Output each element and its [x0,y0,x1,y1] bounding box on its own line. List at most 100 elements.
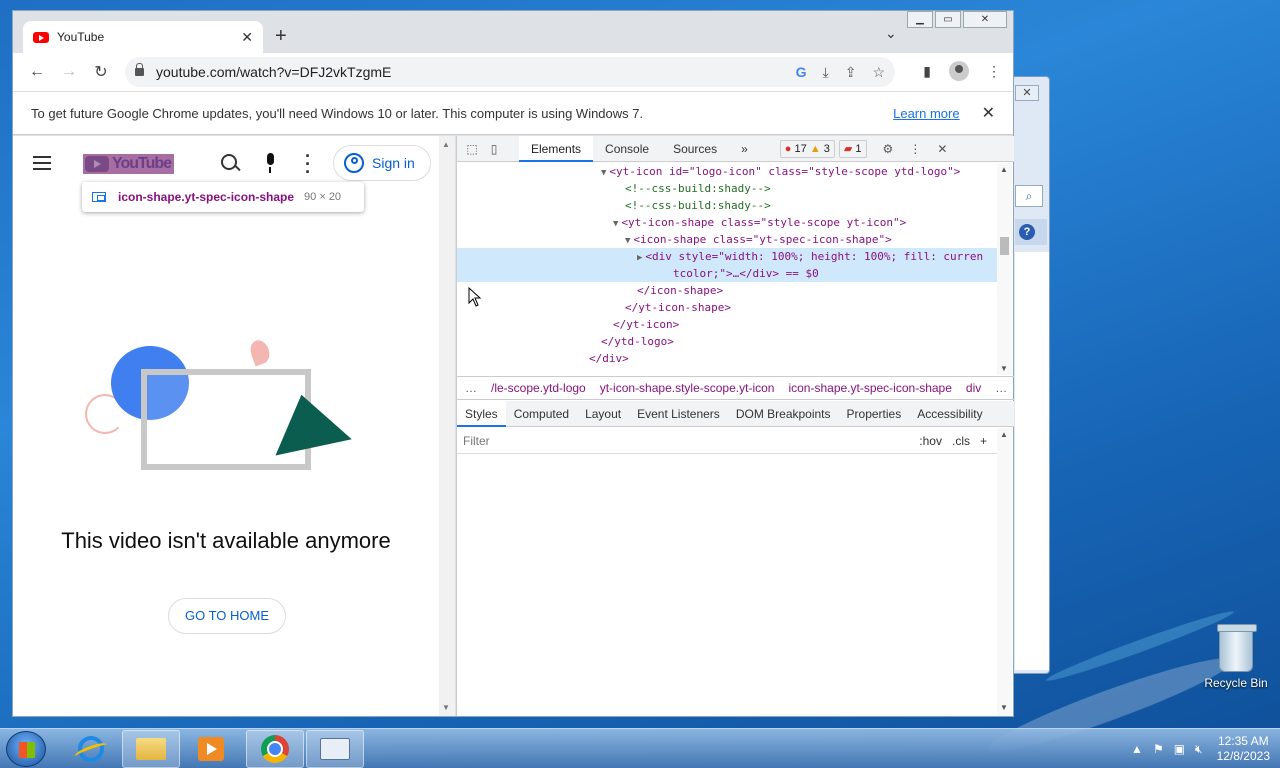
share-icon[interactable]: ⇪ [845,64,857,81]
youtube-logo[interactable]: YouTube [83,154,174,174]
help-button[interactable]: ? [1015,219,1047,245]
issues-counter[interactable]: ▰ 1 [838,139,867,158]
styles-scrollbar[interactable]: ▲ ▼ [997,428,1012,716]
close-tab-icon[interactable]: ✕ [241,29,253,46]
tab-dom-breakpoints[interactable]: DOM Breakpoints [728,401,839,427]
url-text[interactable]: youtube.com/watch?v=DFJ2vkTzgmE [156,64,780,80]
scroll-down-icon[interactable]: ▼ [1000,364,1008,373]
tab-elements[interactable]: Elements [519,135,594,162]
volume-muted-icon[interactable]: 🔇︎ [1195,742,1203,757]
dom-tree-line[interactable]: </yt-icon-shape> [457,299,997,316]
scroll-down-icon[interactable]: ▼ [1000,703,1008,712]
breadcrumb-item[interactable]: … [465,381,477,395]
dom-tree-line[interactable]: </yt-icon> [457,316,997,333]
bookmark-star-icon[interactable]: ☆ [872,64,885,81]
action-center-icon[interactable]: ⚑ [1153,742,1164,756]
breadcrumb-item[interactable]: yt-icon-shape.style-scope.yt-icon [600,381,775,395]
browser-tab[interactable]: YouTube ✕ [23,21,263,53]
scroll-up-icon[interactable]: ▲ [442,140,450,149]
scroll-up-icon[interactable]: ▲ [1000,165,1008,174]
chrome-taskbar-button[interactable] [246,730,304,768]
expand-arrow-icon[interactable]: ▼ [625,236,630,246]
search-icon[interactable]: ⌕ [1015,185,1043,207]
tab-styles[interactable]: Styles [457,400,506,427]
filter-input[interactable]: Filter [463,434,919,448]
install-icon[interactable]: ⤓ [823,64,829,81]
maximize-button[interactable]: ▭ [935,11,961,28]
explorer-button[interactable] [122,730,180,768]
tab-event-listeners[interactable]: Event Listeners [629,401,728,427]
on-screen-keyboard-button[interactable] [306,730,364,768]
recycle-bin[interactable]: Recycle Bin [1200,624,1272,690]
menu-icon[interactable] [33,156,51,170]
error-warning-counter[interactable]: ● 17 ▲ 3 [779,139,835,158]
expand-arrow-icon[interactable]: ▼ [601,168,606,178]
more-options-icon[interactable]: · · · [305,147,311,181]
tab-layout[interactable]: Layout [577,401,629,427]
page-scrollbar[interactable]: ▲ ▼ [439,136,455,716]
new-style-rule-icon[interactable]: + [980,434,987,448]
dom-tree-line[interactable]: ▼ <yt-icon id="logo-icon" class="style-sc… [457,163,997,180]
sign-in-button[interactable]: Sign in [333,145,431,181]
new-tab-button[interactable]: + [275,25,287,48]
dom-tree-line[interactable]: <!--css-build:shady--> [457,180,997,197]
tab-properties[interactable]: Properties [839,401,910,427]
google-lens-icon[interactable]: G [796,64,807,80]
address-bar[interactable]: youtube.com/watch?v=DFJ2vkTzgmE G ⤓ ⇪ ☆ [125,57,895,87]
tab-console[interactable]: Console [593,136,661,162]
go-to-home-button[interactable]: GO TO HOME [168,598,286,634]
dom-scrollbar[interactable]: ▲ ▼ [997,163,1012,375]
dom-tree-line[interactable]: ▶ <div style="width: 100%; height: 100%; … [457,248,997,265]
devtools-menu-icon[interactable]: ⋮ [909,142,921,156]
side-panel-icon[interactable]: ▮ [923,63,931,80]
minimize-button[interactable]: ▁ [907,11,933,28]
start-button[interactable] [6,731,46,767]
forward-button[interactable]: → [53,63,85,81]
background-window[interactable]: ✕ ⌕ ? [1010,76,1050,674]
scroll-up-icon[interactable]: ▲ [1000,430,1008,439]
back-button[interactable]: ← [21,63,53,81]
more-tabs-icon[interactable]: » [729,136,760,162]
tab-search-icon[interactable]: ⌄ [885,25,897,42]
breadcrumb-item[interactable]: /le-scope.ytd-logo [491,381,586,395]
show-hidden-icons-icon[interactable]: ▲ [1131,742,1143,756]
device-toolbar-icon[interactable]: ▯ [483,142,505,156]
cls-button[interactable]: .cls [952,434,970,448]
close-devtools-icon[interactable]: ✕ [937,142,947,156]
learn-more-link[interactable]: Learn more [893,106,959,121]
tab-accessibility[interactable]: Accessibility [909,401,990,427]
breadcrumb-item[interactable]: icon-shape.yt-spec-icon-shape [788,381,951,395]
inspect-element-icon[interactable]: ⬚ [461,142,483,156]
microphone-icon[interactable] [265,153,275,175]
close-window-button[interactable]: ✕ [963,11,1007,28]
network-icon[interactable]: ▣ [1174,742,1185,756]
scroll-down-icon[interactable]: ▼ [442,703,450,712]
media-player-button[interactable] [182,730,240,768]
search-icon[interactable] [221,154,241,174]
dom-tree-line[interactable]: <!--css-build:shady--> [457,197,997,214]
dom-tree-line[interactable]: ▼ <icon-shape class="yt-spec-icon-shape"> [457,231,997,248]
dom-tree-line[interactable]: tcolor;">…</div> == $0 [457,265,997,282]
clock[interactable]: 12:35 AM 12/8/2023 [1217,734,1270,764]
dom-tree-line[interactable]: </div> [457,350,997,367]
breadcrumb-item[interactable]: div [966,381,981,395]
lock-icon[interactable] [135,63,144,76]
dom-tree-line[interactable]: </ytd-logo> [457,333,997,350]
close-icon[interactable]: ✕ [982,103,995,123]
hov-button[interactable]: :hov [919,434,942,448]
close-icon[interactable]: ✕ [1015,85,1039,101]
chrome-menu-icon[interactable]: ⋮ [987,63,1001,80]
dom-tree-line[interactable]: </icon-shape> [457,282,997,299]
expand-arrow-icon[interactable]: ▶ [637,253,642,263]
internet-explorer-button[interactable] [62,730,120,768]
breadcrumb-item[interactable]: … [995,381,1007,395]
reload-button[interactable]: ↻ [85,62,117,82]
expand-arrow-icon[interactable]: ▼ [613,219,618,229]
tab-computed[interactable]: Computed [506,401,577,427]
profile-avatar[interactable] [949,61,969,81]
dom-tree-line[interactable]: ▼ <yt-icon-shape class="style-scope yt-ic… [457,214,997,231]
dom-tree[interactable]: ▼ <yt-icon id="logo-icon" class="style-sc… [457,163,997,375]
settings-icon[interactable]: ⚙ [883,142,894,156]
tab-sources[interactable]: Sources [661,136,729,162]
scroll-thumb[interactable] [1000,237,1009,255]
